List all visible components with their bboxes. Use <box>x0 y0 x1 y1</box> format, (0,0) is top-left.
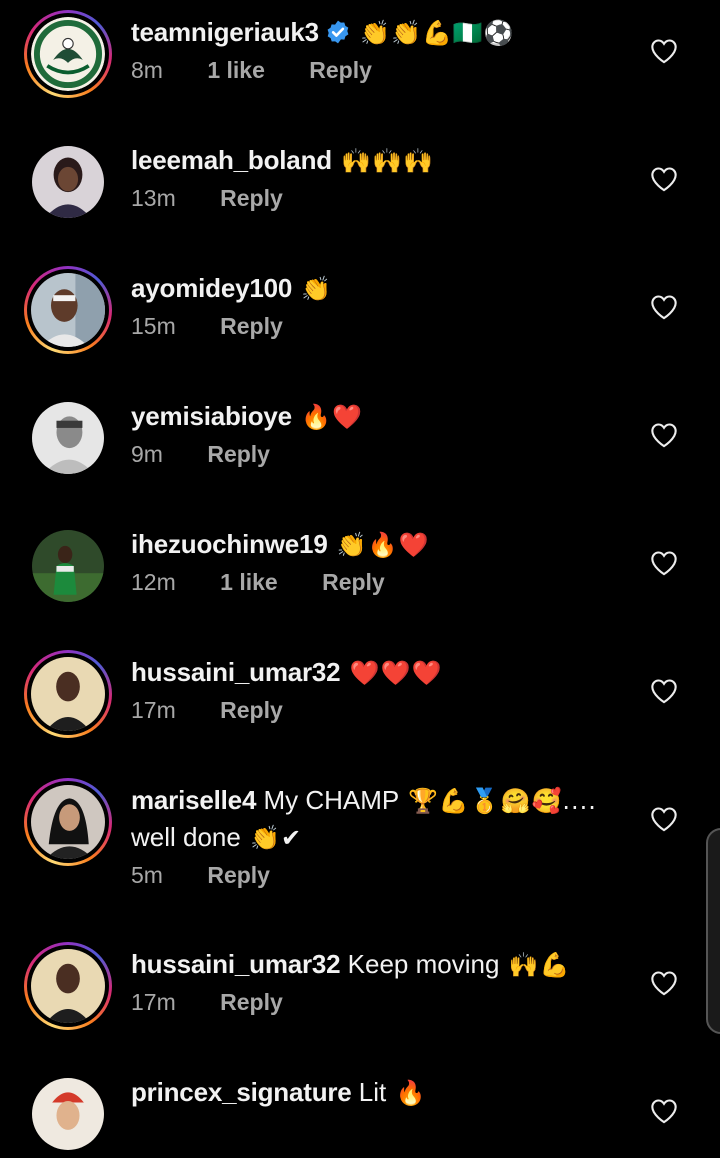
avatar-container[interactable] <box>24 522 112 610</box>
comment-time: 15m <box>131 313 176 339</box>
heart-icon[interactable] <box>650 38 678 64</box>
reply-button[interactable]: Reply <box>207 859 270 891</box>
comment-emojis: ❤️❤️❤️ <box>349 659 443 687</box>
avatar-story-ring[interactable] <box>24 10 112 98</box>
comment-emojis: 🔥 <box>395 1079 427 1107</box>
reply-button[interactable]: Reply <box>207 438 270 470</box>
heart-icon[interactable] <box>650 166 678 192</box>
profile-photo-icon <box>31 949 105 1023</box>
profile-photo-icon <box>31 785 105 859</box>
avatar-story-ring[interactable] <box>24 778 112 866</box>
heart-icon[interactable] <box>650 806 678 832</box>
reply-button[interactable]: Reply <box>220 986 283 1018</box>
comment-text-continued: well done <box>131 822 249 852</box>
avatar <box>32 530 104 602</box>
avatar-story-ring[interactable] <box>24 266 112 354</box>
comment-username[interactable]: ayomidey100 <box>131 273 292 303</box>
comment-username[interactable]: hussaini_umar32 <box>131 949 341 979</box>
reply-button[interactable]: Reply <box>220 182 283 214</box>
comment-time: 12m <box>131 569 176 595</box>
heart-icon[interactable] <box>650 678 678 704</box>
profile-photo-icon <box>32 530 104 602</box>
comment-list[interactable]: teamnigeriauk3 👏👏💪🇳🇬⚽ 8m 1 like Reply le… <box>0 0 720 1150</box>
comment-time: 8m <box>131 57 163 83</box>
comment-time: 5m <box>131 862 163 888</box>
comment-time: 9m <box>131 441 163 467</box>
avatar-container[interactable] <box>24 138 112 226</box>
avatar-story-ring[interactable] <box>24 650 112 738</box>
profile-photo-icon <box>31 273 105 347</box>
comment-text: Lit <box>351 1077 394 1107</box>
heart-icon[interactable] <box>650 294 678 320</box>
comment-emojis-continued: 👏✔ <box>250 824 303 852</box>
comment-text: Keep moving <box>340 949 507 979</box>
heart-icon[interactable] <box>650 422 678 448</box>
heart-icon[interactable] <box>650 550 678 576</box>
comment-username[interactable]: teamnigeriauk3 <box>131 17 319 47</box>
heart-icon[interactable] <box>650 1098 678 1124</box>
reply-button[interactable]: Reply <box>220 310 283 342</box>
reply-button[interactable]: Reply <box>220 694 283 726</box>
comment-emojis: 👏 <box>301 275 333 303</box>
avatar <box>32 146 104 218</box>
avatar <box>32 402 104 474</box>
reply-button[interactable]: Reply <box>322 566 385 598</box>
comment-text: My CHAMP <box>256 785 406 815</box>
avatar <box>31 17 105 91</box>
scroll-handle[interactable] <box>706 828 720 1034</box>
comment-time: 13m <box>131 185 176 211</box>
avatar <box>31 785 105 859</box>
comment-emojis: 🏆💪🥇🤗🥰.... <box>407 787 597 815</box>
comment-username[interactable]: yemisiabioye <box>131 401 292 431</box>
comment-emojis: 👏🔥❤️ <box>336 531 430 559</box>
comment-likes[interactable]: 1 like <box>207 54 265 86</box>
comment-username[interactable]: leeemah_boland <box>131 145 332 175</box>
comment-time: 17m <box>131 989 176 1015</box>
comment-username[interactable]: hussaini_umar32 <box>131 657 341 687</box>
verified-badge-icon <box>327 20 349 44</box>
heart-icon[interactable] <box>650 970 678 996</box>
avatar <box>31 657 105 731</box>
avatar <box>32 1078 104 1150</box>
avatar-container[interactable] <box>24 394 112 482</box>
profile-photo-icon <box>31 657 105 731</box>
profile-photo-icon <box>32 146 104 218</box>
comment-username[interactable]: ihezuochinwe19 <box>131 529 328 559</box>
comment-emojis: 🙌💪 <box>508 951 571 979</box>
comment-likes[interactable]: 1 like <box>220 566 278 598</box>
reply-button[interactable]: Reply <box>309 54 372 86</box>
avatar <box>31 273 105 347</box>
avatar-story-ring[interactable] <box>24 942 112 1030</box>
comment-emojis: 🙌🙌🙌 <box>341 147 434 175</box>
profile-photo-icon <box>32 1078 104 1150</box>
comment-time: 17m <box>131 697 176 723</box>
team-logo-icon <box>31 17 105 91</box>
profile-photo-icon <box>32 402 104 474</box>
comment-emojis: 🔥❤️ <box>301 403 363 431</box>
avatar <box>31 949 105 1023</box>
avatar-container[interactable] <box>24 1070 112 1158</box>
comment-emojis: 👏👏💪🇳🇬⚽ <box>360 19 515 47</box>
comment-username[interactable]: mariselle4 <box>131 785 256 815</box>
comment-username[interactable]: princex_signature <box>131 1077 352 1107</box>
